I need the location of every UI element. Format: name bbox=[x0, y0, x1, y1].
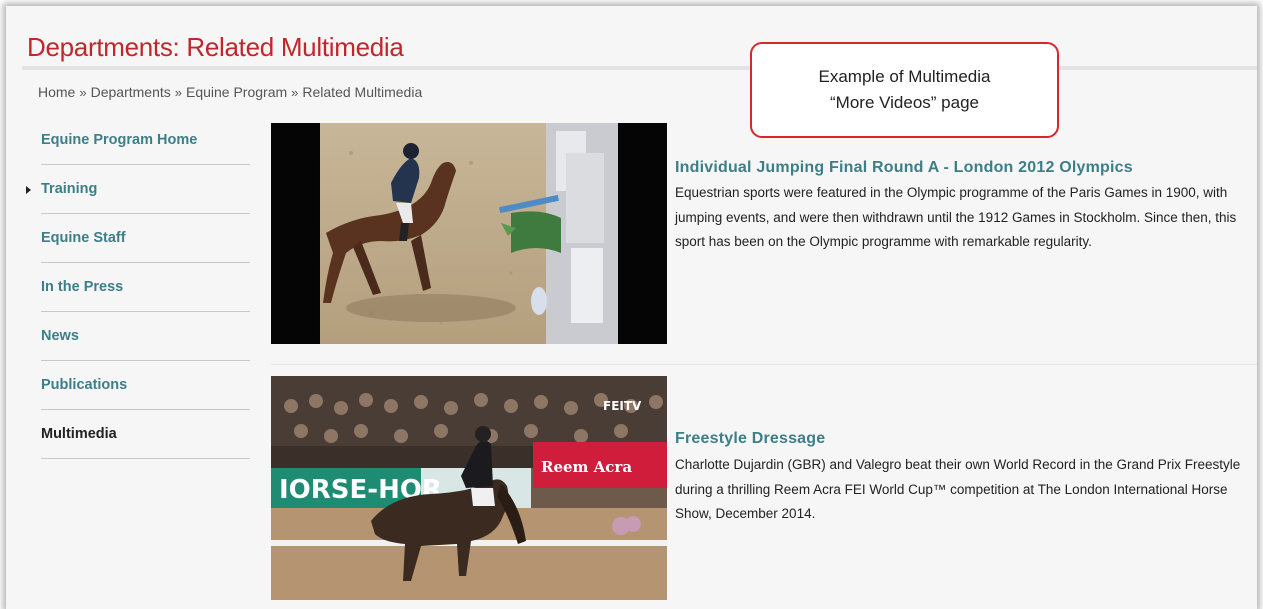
sidebar-item-label: Equine Staff bbox=[41, 230, 126, 246]
breadcrumb-home[interactable]: Home bbox=[38, 84, 75, 100]
video-description: Equestrian sports were featured in the O… bbox=[675, 185, 1237, 249]
breadcrumb-separator: » bbox=[174, 85, 182, 100]
sidebar-item-label: In the Press bbox=[41, 279, 124, 295]
video-thumbnail-jumping[interactable] bbox=[271, 123, 667, 344]
video-list-item: IORSE-HOR Reem Acra FEITV Freestyle Dres… bbox=[271, 376, 1257, 601]
sidebar-item-equine-staff[interactable]: Equine Staff bbox=[41, 214, 250, 263]
dressage-image: IORSE-HOR Reem Acra FEITV bbox=[271, 376, 667, 600]
page-frame: Departments: Related Multimedia Home» Dep… bbox=[6, 6, 1257, 609]
sidebar-item-label: Training bbox=[41, 181, 98, 197]
video-title-link[interactable]: Individual Jumping Final Round A - Londo… bbox=[675, 159, 1133, 177]
expand-arrow-icon[interactable] bbox=[26, 186, 31, 194]
breadcrumb-equine-program[interactable]: Equine Program bbox=[186, 84, 287, 100]
page-title: Departments: Related Multimedia bbox=[27, 32, 404, 62]
sidebar-item-publications[interactable]: Publications bbox=[41, 361, 250, 410]
video-thumbnail-dressage[interactable]: IORSE-HOR Reem Acra FEITV bbox=[271, 376, 667, 600]
sidebar-nav: Equine Program Home Training Equine Staf… bbox=[26, 116, 251, 459]
sidebar-item-label: Publications bbox=[41, 377, 128, 393]
item-divider bbox=[271, 364, 1257, 365]
video-list-item: Individual Jumping Final Round A - Londo… bbox=[271, 123, 1257, 348]
video-description: Charlotte Dujardin (GBR) and Valegro bea… bbox=[675, 457, 1241, 521]
breadcrumb-departments[interactable]: Departments bbox=[91, 84, 171, 100]
sidebar-item-equine-program-home[interactable]: Equine Program Home bbox=[41, 116, 250, 165]
horse-jumping-image bbox=[271, 123, 667, 344]
video-title-link[interactable]: Freestyle Dressage bbox=[675, 430, 825, 448]
sidebar-item-label: News bbox=[41, 328, 79, 344]
banner-right-text: Reem Acra bbox=[541, 458, 632, 476]
breadcrumb-separator: » bbox=[291, 85, 299, 100]
callout-line-2: “More Videos” page bbox=[830, 93, 979, 112]
sidebar-item-multimedia[interactable]: Multimedia bbox=[41, 410, 250, 459]
sidebar-item-news[interactable]: News bbox=[41, 312, 250, 361]
sidebar-item-training[interactable]: Training bbox=[26, 165, 250, 214]
sidebar-item-label: Equine Program Home bbox=[41, 132, 198, 148]
sidebar-item-in-the-press[interactable]: In the Press bbox=[41, 263, 250, 312]
breadcrumb-current: Related Multimedia bbox=[302, 84, 423, 100]
title-divider bbox=[22, 66, 1257, 70]
sidebar-item-label: Multimedia bbox=[41, 426, 117, 442]
breadcrumb: Home» Departments» Equine Program» Related … bbox=[38, 84, 422, 100]
breadcrumb-separator: » bbox=[79, 85, 87, 100]
callout-line-1: Example of Multimedia bbox=[818, 67, 991, 86]
feitv-watermark: FEITV bbox=[603, 399, 642, 413]
